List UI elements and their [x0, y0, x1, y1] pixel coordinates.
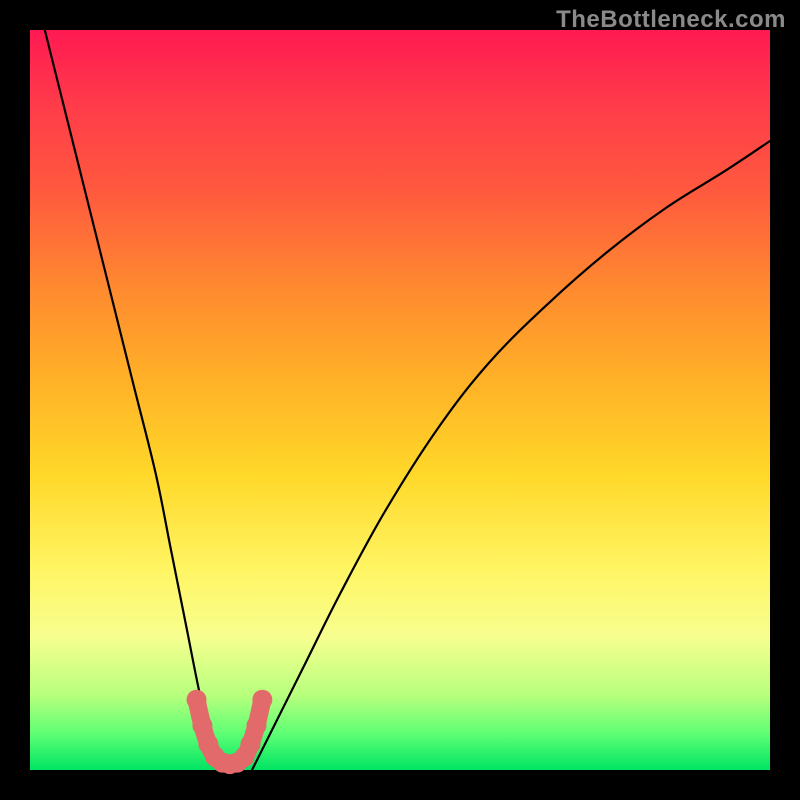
chart-frame: TheBottleneck.com	[0, 0, 800, 800]
watermark-text: TheBottleneck.com	[556, 6, 786, 34]
plot-background	[30, 30, 770, 770]
